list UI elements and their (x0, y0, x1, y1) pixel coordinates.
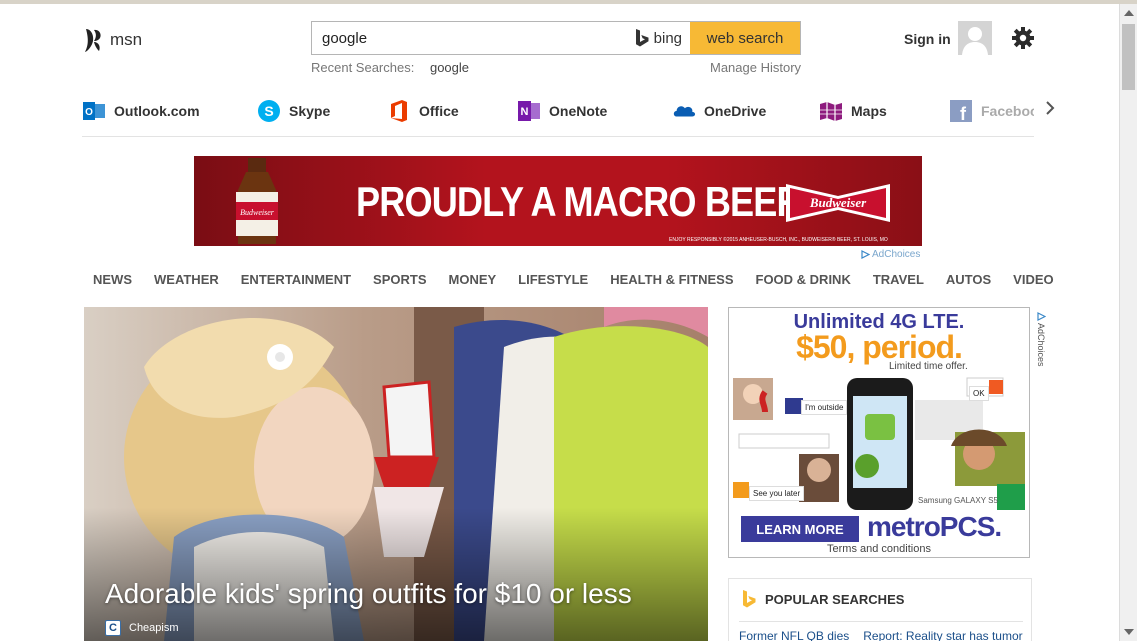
ad-limited-offer: Limited time offer. (889, 361, 968, 372)
popular-link[interactable]: Report: Reality star has tumor (863, 629, 1022, 641)
app-label: OneNote (549, 103, 608, 119)
hero-story[interactable]: Adorable kids' spring outfits for $10 or… (84, 307, 708, 641)
page-scrollbar[interactable] (1119, 4, 1137, 641)
metropcs-logo: metroPCS. (867, 511, 1002, 542)
hero-source-label: Cheapism (129, 622, 179, 634)
app-label: Office (419, 103, 459, 119)
nav-food-drink[interactable]: FOOD & DRINK (745, 272, 862, 287)
popular-searches-header: POPULAR SEARCHES (741, 589, 904, 609)
cheapism-logo-icon: C (105, 620, 121, 636)
popular-links: Former NFL QB dies Report: Reality star … (739, 629, 1023, 641)
popular-searches-panel: POPULAR SEARCHES Former NFL QB dies Repo… (728, 578, 1032, 641)
manage-history-link[interactable]: Manage History (710, 60, 801, 75)
adchoices-icon (1036, 312, 1046, 321)
nav-money[interactable]: MONEY (438, 272, 508, 287)
category-nav: NEWS WEATHER ENTERTAINMENT SPORTS MONEY … (82, 272, 1065, 287)
msn-logo[interactable]: msn (82, 26, 142, 54)
nav-entertainment[interactable]: ENTERTAINMENT (230, 272, 362, 287)
window-top-edge (0, 0, 1137, 4)
app-onenote[interactable]: N OneNote (517, 99, 672, 123)
bing-logo-icon (743, 590, 756, 608)
office-icon (387, 99, 411, 123)
svg-text:N: N (521, 106, 529, 118)
ad-note-outside: I'm outside (801, 400, 848, 415)
skype-icon: S (257, 99, 281, 123)
nav-video[interactable]: VIDEO (1002, 272, 1064, 287)
ad-note-later: See you later (749, 486, 805, 501)
nav-autos[interactable]: AUTOS (935, 272, 1002, 287)
bing-label: bing (653, 29, 682, 47)
app-outlook[interactable]: O Outlook.com (82, 99, 257, 123)
adchoices-icon (861, 250, 870, 259)
hero-source[interactable]: C Cheapism (105, 620, 179, 636)
sign-in-link[interactable]: Sign in (904, 31, 951, 47)
ad-price: $50, period. (796, 329, 963, 365)
chevron-right-icon[interactable] (1043, 99, 1057, 117)
facebook-icon: f (949, 99, 973, 123)
popular-searches-title: POPULAR SEARCHES (765, 591, 905, 607)
beer-bottle-image: Budweiser (236, 158, 278, 244)
app-skype[interactable]: S Skype (257, 99, 387, 123)
adchoices-side-link[interactable]: AdChoices (1036, 312, 1046, 367)
avatar[interactable] (958, 21, 992, 55)
banner-fine-print: ENJOY RESPONSIBLY ©2015 ANHEUSER-BUSCH, … (669, 237, 888, 243)
bing-badge: bing (634, 22, 690, 54)
msn-logo-text: msn (110, 30, 143, 49)
svg-text:O: O (85, 107, 93, 118)
ad-phone-model: Samsung GALAXY S5 (918, 496, 998, 505)
banner-headline: PROUDLY A MACRO BEER (356, 178, 803, 225)
divider (82, 136, 1034, 137)
nav-weather[interactable]: WEATHER (143, 272, 230, 287)
msn-butterfly-icon (85, 29, 101, 52)
search-input[interactable] (312, 22, 634, 54)
web-search-button[interactable]: web search (690, 22, 800, 54)
app-onedrive[interactable]: OneDrive (672, 99, 819, 123)
nav-travel[interactable]: TRAVEL (862, 272, 935, 287)
nav-sports[interactable]: SPORTS (362, 272, 437, 287)
learn-more-button[interactable]: LEARN MORE (741, 516, 859, 542)
side-ad[interactable]: Unlimited 4G LTE. $50, period. Limited t… (728, 307, 1030, 558)
outlook-icon: O (82, 99, 106, 123)
app-label: Maps (851, 103, 887, 119)
adchoices-side-label: AdChoices (1036, 323, 1046, 367)
divider (739, 621, 1023, 622)
nav-news[interactable]: NEWS (82, 272, 143, 287)
svg-text:f: f (960, 104, 967, 123)
app-label: Faceboo (981, 103, 1034, 119)
app-maps[interactable]: Maps (819, 99, 949, 123)
app-office[interactable]: Office (387, 99, 517, 123)
settings-gear-icon[interactable] (1012, 27, 1034, 49)
adchoices-link[interactable]: AdChoices (861, 249, 920, 260)
maps-icon (819, 99, 843, 123)
svg-text:Budweiser: Budweiser (240, 208, 275, 217)
hero-headline[interactable]: Adorable kids' spring outfits for $10 or… (105, 578, 632, 610)
search-bar: bing web search (311, 21, 801, 55)
scroll-down-arrow-icon[interactable] (1124, 629, 1134, 635)
app-label: Skype (289, 103, 331, 119)
apps-bar: O Outlook.com S Skype Office N OneNote O… (82, 96, 1034, 126)
onedrive-icon (672, 99, 696, 123)
recent-searches: Recent Searches: google (311, 60, 469, 75)
recent-search-term[interactable]: google (430, 60, 469, 75)
adchoices-label: AdChoices (872, 249, 921, 260)
popular-link[interactable]: Former NFL QB dies (739, 629, 849, 641)
nav-lifestyle[interactable]: LIFESTYLE (507, 272, 599, 287)
svg-text:Budweiser: Budweiser (809, 195, 867, 210)
terms-link[interactable]: Terms and conditions (729, 543, 1029, 555)
budweiser-bowtie-logo: Budweiser (786, 184, 890, 222)
app-facebook[interactable]: f Faceboo (949, 99, 1034, 123)
bing-logo-icon (635, 29, 649, 47)
app-label: OneDrive (704, 103, 767, 119)
scroll-up-arrow-icon[interactable] (1124, 10, 1134, 16)
recent-searches-label: Recent Searches: (311, 60, 415, 75)
ad-note-ok: OK (969, 386, 989, 401)
nav-health-fitness[interactable]: HEALTH & FITNESS (599, 272, 744, 287)
banner-ad[interactable]: Budweiser PROUDLY A MACRO BEER Budweiser… (194, 156, 922, 246)
svg-text:S: S (264, 103, 273, 119)
user-silhouette-icon (958, 21, 992, 55)
scroll-thumb[interactable] (1122, 24, 1135, 90)
onenote-icon: N (517, 99, 541, 123)
app-label: Outlook.com (114, 103, 200, 119)
